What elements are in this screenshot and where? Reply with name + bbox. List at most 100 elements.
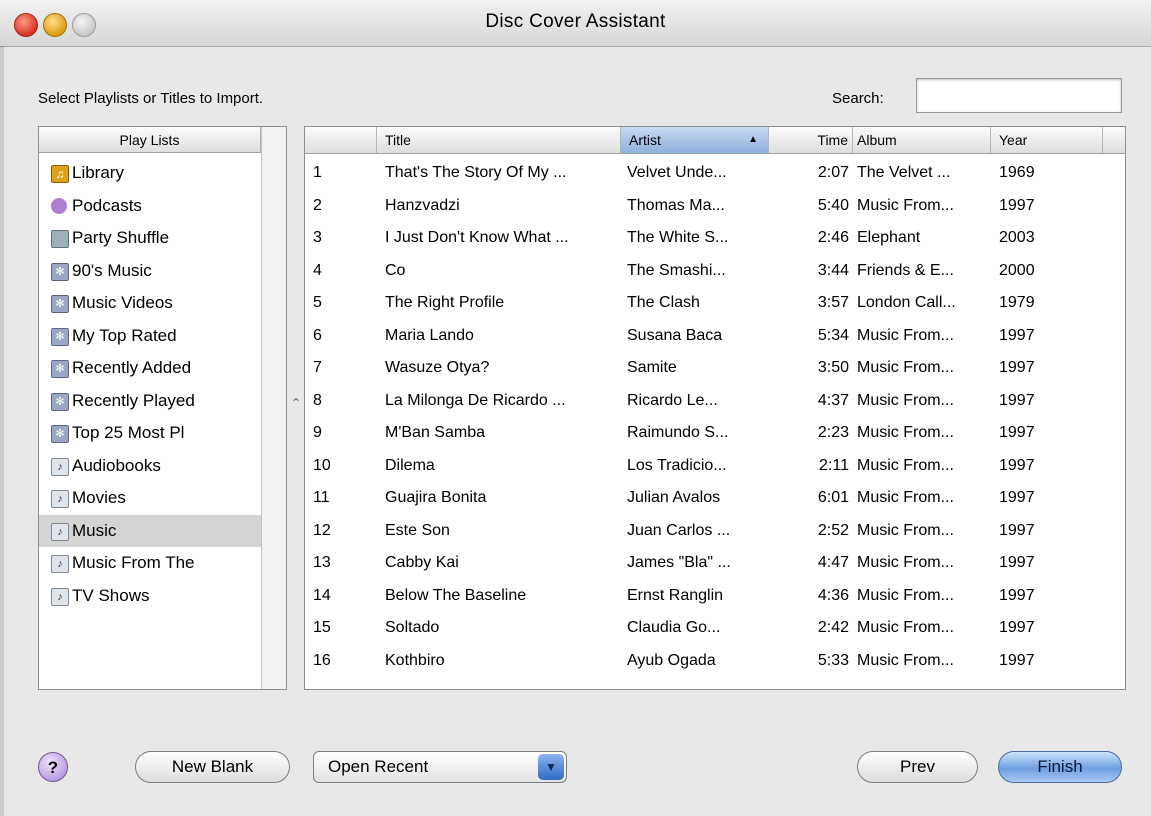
playlist-item[interactable]: ♪ Movies — [39, 482, 261, 515]
cell-artist: Thomas Ma... — [627, 196, 725, 214]
cell-num: 12 — [313, 521, 331, 539]
cell-album: Friends & E... — [857, 261, 954, 279]
table-row[interactable]: 3 I Just Don't Know What ... The White S..… — [305, 222, 1125, 255]
import-prompt: Select Playlists or Titles to Import. — [38, 90, 264, 107]
cell-artist: Ricardo Le... — [627, 391, 718, 409]
cell-num: 3 — [313, 229, 322, 246]
open-recent-popup[interactable]: Open Recent ▼ — [313, 751, 567, 783]
table-row[interactable]: 12 Este Son Juan Carlos ... 2:52 Music From.… — [305, 515, 1125, 548]
cell-album: The Velvet ... — [857, 164, 951, 181]
cell-time: 3:50 — [817, 359, 849, 376]
playlist-item[interactable]: ♪ Music — [39, 514, 261, 547]
cell-time: 2:07 — [817, 164, 849, 181]
cell-year: 1997 — [999, 391, 1035, 409]
help-button[interactable]: ? — [38, 752, 68, 782]
prev-button[interactable]: Prev — [857, 751, 978, 783]
table-row[interactable]: 4 Co The Smashi... 3:44 Friends & E... 2000 — [305, 255, 1125, 288]
playlist-item[interactable]: ♪ Music From The — [39, 547, 261, 580]
column-header-year[interactable]: Year — [991, 127, 1103, 153]
cell-album: Music From... — [857, 619, 954, 636]
window-title: Disc Cover Assistant — [485, 11, 666, 32]
cell-num: 14 — [313, 586, 331, 604]
window-edge — [0, 46, 4, 816]
playlist-item[interactable]: ♫ Library — [39, 157, 261, 190]
search-input[interactable] — [916, 78, 1122, 113]
podcast-icon — [51, 197, 67, 214]
cell-time: 2:11 — [819, 456, 849, 474]
cell-year: 1997 — [999, 489, 1035, 506]
cell-artist: Susana Baca — [627, 326, 723, 344]
cell-artist: Juan Carlos ... — [627, 521, 731, 539]
table-row[interactable]: 1 That's The Story Of My ... Velvet Unde..… — [305, 157, 1125, 190]
playlist-item-label: Party Shuffle — [72, 228, 170, 247]
playlist-item[interactable]: ✻ 90's Music — [39, 255, 261, 288]
open-recent-label: Open Recent — [328, 757, 429, 776]
playlist-item[interactable]: ✻ Music Videos — [39, 287, 261, 320]
smart-playlist-icon: ✻ — [51, 262, 69, 281]
cell-artist: Ernst Ranglin — [627, 586, 724, 604]
playlist-item[interactable]: ✻ Recently Added — [39, 352, 261, 385]
table-row[interactable]: 10 Dilema Los Tradicio... 2:11 Music From...… — [305, 450, 1125, 483]
playlist-item[interactable]: ✻ Recently Played — [39, 385, 261, 418]
cell-time: 3:57 — [817, 294, 849, 311]
cell-album: Elephant — [857, 229, 921, 246]
cell-artist: Samite — [627, 359, 677, 376]
cell-album: Music From... — [857, 424, 954, 441]
playlist-item[interactable]: Party Shuffle — [39, 222, 261, 255]
cell-num: 4 — [313, 261, 322, 279]
playlist-item[interactable]: ♪ TV Shows — [39, 580, 261, 613]
playlists-header[interactable]: Play Lists — [39, 127, 261, 153]
column-header-time[interactable]: Time — [769, 127, 853, 153]
playlist-item[interactable]: ♪ Audiobooks — [39, 450, 261, 483]
table-row[interactable]: 16 Kothbiro Ayub Ogada 5:33 Music From... 199… — [305, 645, 1125, 678]
column-header-album[interactable]: Album — [853, 127, 991, 153]
chevron-down-icon: ▼ — [538, 754, 564, 780]
table-row[interactable]: 6 Maria Lando Susana Baca 5:34 Music From...… — [305, 320, 1125, 353]
cell-album: Music From... — [857, 554, 954, 571]
split-divider-handle[interactable]: ⌃ — [291, 396, 301, 410]
playlist-item-label: Recently Played — [72, 390, 195, 410]
cell-year: 1969 — [999, 164, 1035, 181]
finish-button[interactable]: Finish — [998, 751, 1122, 783]
cell-time: 5:34 — [817, 326, 849, 344]
playlist-item[interactable]: ✻ Top 25 Most Pl — [39, 417, 261, 450]
table-row[interactable]: 7 Wasuze Otya? Samite 3:50 Music From... 1997 — [305, 352, 1125, 385]
smart-playlist-icon: ✻ — [51, 327, 69, 346]
column-header-number[interactable] — [305, 127, 377, 153]
table-row[interactable]: 5 The Right Profile The Clash 3:57 London Ca… — [305, 287, 1125, 320]
table-row[interactable]: 15 Soltado Claudia Go... 2:42 Music From... 1… — [305, 612, 1125, 645]
cell-artist: James "Bla" ... — [627, 554, 731, 571]
cell-artist: The Smashi... — [627, 261, 726, 279]
cell-title: Maria Lando — [385, 326, 474, 344]
cell-title: That's The Story Of My ... — [385, 164, 567, 181]
sort-ascending-icon: ▲ — [748, 134, 758, 145]
table-row[interactable]: 14 Below The Baseline Ernst Ranglin 4:36 Mus… — [305, 580, 1125, 613]
playlist-item-label: Music From The — [72, 553, 195, 572]
column-header-title[interactable]: Title — [377, 127, 621, 153]
cell-artist: Julian Avalos — [627, 489, 721, 506]
playlists-list: ♫ Library Podcasts Party Shuffle ✻ 90's Music… — [39, 157, 261, 612]
tracks-body: 1 That's The Story Of My ... Velvet Unde..… — [305, 157, 1125, 677]
cell-time: 2:23 — [817, 424, 849, 441]
cell-time: 2:46 — [817, 229, 849, 246]
table-row[interactable]: 11 Guajira Bonita Julian Avalos 6:01 Music F… — [305, 482, 1125, 515]
new-blank-button[interactable]: New Blank — [135, 751, 290, 783]
cell-album: London Call... — [857, 294, 956, 311]
cell-title: Hanzvadzi — [385, 196, 460, 214]
table-row[interactable]: 9 M'Ban Samba Raimundo S... 2:23 Music From.… — [305, 417, 1125, 450]
table-row[interactable]: 8 La Milonga De Ricardo ... Ricardo Le... 4… — [305, 385, 1125, 418]
cell-time: 4:37 — [817, 391, 849, 409]
playlist-icon: ♪ — [51, 457, 69, 476]
playlists-panel: Play Lists ♫ Library Podcasts Party Shuffle… — [38, 126, 287, 690]
cell-album: Music From... — [857, 489, 954, 506]
playlist-item[interactable]: Podcasts — [39, 190, 261, 223]
cell-artist: The White S... — [627, 229, 729, 246]
title-bar[interactable]: Disc Cover Assistant — [0, 0, 1151, 47]
playlists-scrollbar[interactable] — [261, 127, 286, 689]
playlist-item[interactable]: ✻ My Top Rated — [39, 320, 261, 353]
table-row[interactable]: 13 Cabby Kai James "Bla" ... 4:47 Music From… — [305, 547, 1125, 580]
playlist-icon: ♪ — [51, 587, 69, 606]
smart-playlist-icon: ✻ — [51, 360, 69, 378]
column-header-artist[interactable]: Artist ▲ — [621, 127, 769, 153]
table-row[interactable]: 2 Hanzvadzi Thomas Ma... 5:40 Music From... 1… — [305, 190, 1125, 223]
